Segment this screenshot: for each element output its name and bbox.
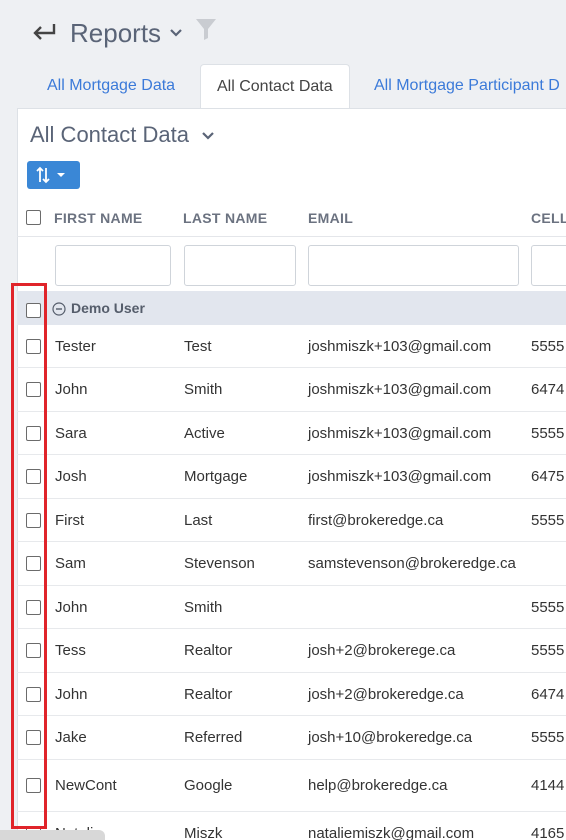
- first-name-cell: First: [55, 512, 85, 529]
- tab-bar: All Mortgage Data All Contact Data All M…: [0, 64, 566, 108]
- group-label: Demo User: [71, 300, 145, 316]
- cell-phone-cell: 5555: [531, 425, 565, 442]
- sort-arrows-icon: [36, 166, 65, 184]
- status-bar-fragment: [0, 830, 105, 840]
- last-name-cell: Active: [184, 425, 225, 442]
- cell-phone-cell: 5555: [531, 599, 565, 616]
- cell-phone-cell: 5555: [531, 642, 565, 659]
- column-header-cell[interactable]: CELL: [531, 210, 566, 226]
- email-cell[interactable]: josh+2@brokeredge.ca: [308, 686, 464, 703]
- report-header: Reports: [0, 0, 566, 64]
- last-name-cell: Realtor: [184, 686, 233, 703]
- cell-phone-cell: 4144: [531, 777, 565, 794]
- email-cell[interactable]: joshmiszk+103@gmail.com: [308, 338, 491, 355]
- collapse-minus-icon[interactable]: [52, 302, 66, 316]
- last-name-cell: Miszk: [184, 825, 223, 840]
- select-all-checkbox[interactable]: [26, 210, 41, 225]
- email-cell[interactable]: josh+10@brokeredge.ca: [308, 729, 472, 746]
- table-row[interactable]: [17, 673, 566, 716]
- chevron-down-icon[interactable]: [168, 25, 184, 41]
- last-name-cell: Smith: [184, 599, 223, 616]
- cell-phone-cell: 6475: [531, 468, 565, 485]
- first-name-cell: Sam: [55, 555, 86, 572]
- column-header-first-name[interactable]: FIRST NAME: [54, 210, 143, 226]
- last-name-cell: Referred: [184, 729, 243, 746]
- table-row[interactable]: [17, 499, 566, 542]
- last-name-cell: Last: [184, 512, 213, 529]
- last-name-cell: Test: [184, 338, 212, 355]
- column-header-email[interactable]: EMAIL: [308, 210, 353, 226]
- email-cell[interactable]: joshmiszk+103@gmail.com: [308, 468, 491, 485]
- report-chevron-down-icon[interactable]: [200, 128, 216, 144]
- first-name-filter-input[interactable]: [55, 245, 171, 286]
- last-name-cell: Realtor: [184, 642, 233, 659]
- cell-phone-cell: 6474: [531, 686, 565, 703]
- last-name-cell: Mortgage: [184, 468, 248, 485]
- email-cell[interactable]: josh+2@brokerege.ca: [308, 642, 455, 659]
- email-cell[interactable]: joshmiszk+103@gmail.com: [308, 425, 491, 442]
- first-name-cell: NewCont: [55, 777, 117, 794]
- cell-phone-cell: 6474: [531, 381, 565, 398]
- table-header: FIRST NAME LAST NAME EMAIL CELL: [17, 200, 566, 237]
- last-name-cell: Smith: [184, 381, 223, 398]
- column-header-last-name[interactable]: LAST NAME: [183, 210, 267, 226]
- sort-button[interactable]: [27, 161, 80, 189]
- first-name-cell: Josh: [55, 468, 87, 485]
- first-name-cell: Tess: [55, 642, 86, 659]
- first-name-cell: John: [55, 686, 88, 703]
- cell-phone-cell: 4165: [531, 825, 565, 840]
- first-name-cell: John: [55, 381, 88, 398]
- filter-row: [17, 237, 566, 291]
- table-row[interactable]: [17, 716, 566, 760]
- back-arrow-icon[interactable]: [30, 16, 58, 46]
- tab-all-mortgage-participant-data[interactable]: All Mortgage Participant D: [374, 64, 560, 108]
- first-name-cell: Sara: [55, 425, 87, 442]
- cell-phone-cell: 5555: [531, 512, 565, 529]
- first-name-cell: Jake: [55, 729, 87, 746]
- email-filter-input[interactable]: [308, 245, 519, 286]
- report-title[interactable]: All Contact Data: [30, 122, 189, 148]
- first-name-cell: John: [55, 599, 88, 616]
- email-cell[interactable]: nataliemiszk@gmail.com: [308, 825, 474, 840]
- email-cell[interactable]: help@brokeredge.ca: [308, 777, 447, 794]
- email-cell[interactable]: samstevenson@brokeredge.ca: [308, 555, 516, 572]
- last-name-cell: Google: [184, 777, 233, 794]
- table-row[interactable]: [17, 629, 566, 673]
- tab-all-contact-data[interactable]: All Contact Data: [200, 64, 350, 108]
- cell-filter-input[interactable]: [531, 245, 566, 286]
- page-title[interactable]: Reports: [70, 18, 161, 49]
- tab-all-mortgage-data[interactable]: All Mortgage Data: [47, 64, 175, 108]
- first-name-cell: Tester: [55, 338, 96, 355]
- email-cell[interactable]: joshmiszk+103@gmail.com: [308, 381, 491, 398]
- last-name-cell: Stevenson: [184, 555, 255, 572]
- cell-phone-cell: 5555: [531, 729, 565, 746]
- last-name-filter-input[interactable]: [184, 245, 296, 286]
- email-cell[interactable]: first@brokeredge.ca: [308, 512, 443, 529]
- cell-phone-cell: 5555: [531, 338, 565, 355]
- checkbox-column-highlight: [11, 283, 47, 829]
- table-row[interactable]: [17, 586, 566, 629]
- filter-icon[interactable]: [194, 16, 218, 42]
